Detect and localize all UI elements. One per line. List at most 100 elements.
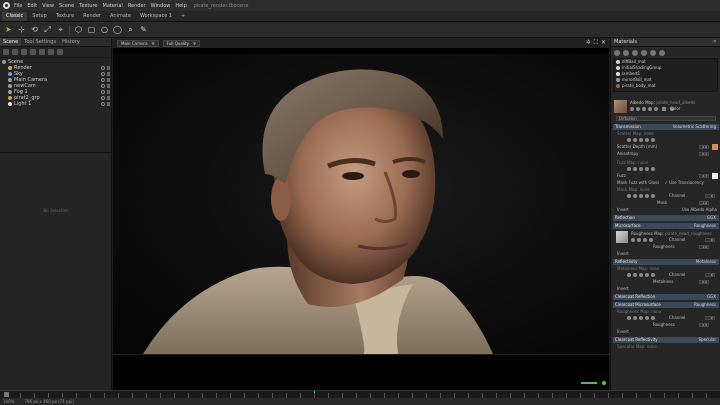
reload-map-icon[interactable] bbox=[639, 167, 643, 171]
tab-classic[interactable]: Classic bbox=[2, 12, 28, 21]
clear-map-icon[interactable] bbox=[627, 167, 631, 171]
browse-map-icon[interactable] bbox=[633, 138, 637, 142]
clear-map-icon[interactable] bbox=[627, 138, 631, 142]
section-reflection[interactable]: Reflection GGX bbox=[613, 215, 719, 221]
timeline[interactable] bbox=[0, 390, 720, 399]
add-light-icon[interactable] bbox=[12, 49, 18, 55]
quality-select[interactable]: Full Quality ▼ bbox=[162, 39, 201, 47]
roughness-thumbnail[interactable] bbox=[616, 231, 628, 243]
visibility-icon[interactable] bbox=[101, 78, 105, 82]
sphere-preview-icon[interactable] bbox=[641, 49, 647, 56]
settings-icon[interactable] bbox=[654, 107, 658, 111]
reload-map-icon[interactable] bbox=[639, 138, 643, 142]
fullscreen-icon[interactable]: ⛶ bbox=[594, 39, 598, 47]
play-icon[interactable] bbox=[4, 392, 9, 397]
tab-render[interactable]: Render bbox=[79, 12, 105, 21]
tab-animate[interactable]: Animate bbox=[106, 12, 135, 21]
menu-render[interactable]: Render bbox=[128, 3, 146, 9]
select-tool-icon[interactable]: ➤ bbox=[4, 25, 13, 34]
tab-workspace-1[interactable]: Workspace 1 bbox=[136, 12, 176, 21]
section-mode[interactable]: Roughness bbox=[694, 302, 716, 308]
reload-map-icon[interactable] bbox=[642, 107, 646, 111]
add-group-icon[interactable] bbox=[30, 49, 36, 55]
cc-roughness-field[interactable]: 0.0 bbox=[699, 323, 709, 327]
browse-map-icon[interactable] bbox=[637, 238, 641, 242]
tab-history[interactable]: History bbox=[59, 38, 83, 46]
menu-file[interactable]: File bbox=[14, 3, 22, 9]
section-clearcoat-microsurface[interactable]: Clearcoat Microsurface Roughness bbox=[613, 302, 719, 308]
browse-map-icon[interactable] bbox=[636, 107, 640, 111]
lock-icon[interactable] bbox=[107, 84, 110, 88]
edit-map-icon[interactable] bbox=[645, 138, 649, 142]
edit-map-icon[interactable] bbox=[645, 167, 649, 171]
reload-map-icon[interactable] bbox=[643, 238, 647, 242]
invert-checkbox[interactable]: Invert bbox=[617, 251, 629, 256]
close-icon[interactable]: ✕ bbox=[713, 38, 717, 47]
mask-field[interactable]: 1.0 bbox=[699, 201, 709, 205]
reload-map-icon[interactable] bbox=[639, 316, 643, 320]
menu-help[interactable]: Help bbox=[175, 3, 186, 9]
panel-divider[interactable] bbox=[0, 152, 112, 153]
visibility-icon[interactable] bbox=[101, 72, 105, 76]
browse-map-icon[interactable] bbox=[633, 316, 637, 320]
clear-map-icon[interactable] bbox=[627, 194, 631, 198]
edit-map-icon[interactable] bbox=[645, 316, 649, 320]
new-material-icon[interactable] bbox=[614, 49, 620, 56]
clear-map-icon[interactable] bbox=[630, 107, 634, 111]
visibility-icon[interactable] bbox=[101, 90, 105, 94]
diffusion-select[interactable]: Diffusion bbox=[616, 116, 716, 121]
browse-map-icon[interactable] bbox=[633, 273, 637, 277]
circle-select-icon[interactable]: ○ bbox=[100, 25, 109, 34]
close-icon[interactable]: ✕ bbox=[601, 39, 606, 47]
invert-checkbox[interactable]: Invert bbox=[617, 329, 629, 334]
menu-texture[interactable]: Texture bbox=[79, 3, 97, 9]
tab-tool-settings[interactable]: Tool Settings bbox=[21, 38, 59, 46]
browse-map-icon[interactable] bbox=[633, 167, 637, 171]
section-mode[interactable]: Specular bbox=[699, 337, 716, 343]
settings-icon[interactable] bbox=[651, 167, 655, 171]
lock-icon[interactable] bbox=[107, 66, 110, 70]
section-mode[interactable]: Volumetric Scattering bbox=[673, 124, 716, 130]
move-tool-icon[interactable]: ⊹ bbox=[17, 25, 26, 34]
clear-map-icon[interactable] bbox=[627, 316, 631, 320]
visibility-icon[interactable] bbox=[101, 84, 105, 88]
roughness-field[interactable]: 1.0 bbox=[699, 245, 709, 249]
menu-scene[interactable]: Scene bbox=[59, 3, 74, 9]
anisotropy-field[interactable]: 0.1 bbox=[699, 152, 709, 156]
fuzz-color-swatch[interactable] bbox=[712, 173, 718, 179]
visibility-icon[interactable] bbox=[101, 102, 105, 106]
render-viewport[interactable] bbox=[113, 48, 609, 390]
reload-map-icon[interactable] bbox=[639, 194, 643, 198]
color-swatch[interactable] bbox=[662, 107, 666, 111]
edit-map-icon[interactable] bbox=[645, 194, 649, 198]
section-clearcoat-reflection[interactable]: Clearcoat Reflection GGX bbox=[613, 294, 719, 300]
camera-select[interactable]: Main Camera ▼ bbox=[117, 39, 159, 47]
channel-select[interactable]: R bbox=[705, 273, 715, 277]
delete-icon[interactable] bbox=[57, 49, 63, 55]
channel-select[interactable]: R bbox=[705, 238, 715, 242]
add-object-icon[interactable] bbox=[3, 49, 9, 55]
duplicate-icon[interactable] bbox=[48, 49, 54, 55]
settings-icon[interactable] bbox=[651, 316, 655, 320]
reload-map-icon[interactable] bbox=[639, 273, 643, 277]
menu-material[interactable]: Material bbox=[103, 3, 123, 9]
box-select-icon[interactable]: ▢ bbox=[87, 25, 96, 34]
menu-edit[interactable]: Edit bbox=[27, 3, 37, 9]
edit-map-icon[interactable] bbox=[649, 238, 653, 242]
library-icon[interactable] bbox=[650, 49, 656, 56]
settings-icon[interactable] bbox=[651, 138, 655, 142]
pen-tool-icon[interactable]: ✎ bbox=[139, 25, 148, 34]
rotate-tool-icon[interactable]: ⟲ bbox=[30, 25, 39, 34]
section-mode[interactable]: GGX bbox=[707, 294, 716, 300]
material-item[interactable]: pirate_body_mat bbox=[614, 83, 717, 89]
use-albedo-alpha-checkbox[interactable]: Use Albedo Alpha bbox=[682, 207, 717, 213]
lasso-select-icon[interactable]: ◯ bbox=[113, 25, 122, 34]
tab-scene[interactable]: Scene bbox=[0, 38, 22, 46]
pick-material-icon[interactable] bbox=[659, 49, 665, 56]
section-mode[interactable]: Metalness bbox=[696, 259, 716, 265]
lock-icon[interactable] bbox=[107, 96, 110, 100]
clear-map-icon[interactable] bbox=[631, 238, 635, 242]
zoom-tool-icon[interactable]: ⌕ bbox=[126, 25, 135, 34]
tab-texture[interactable]: Texture bbox=[52, 12, 78, 21]
invert-checkbox[interactable]: Invert bbox=[617, 286, 629, 291]
